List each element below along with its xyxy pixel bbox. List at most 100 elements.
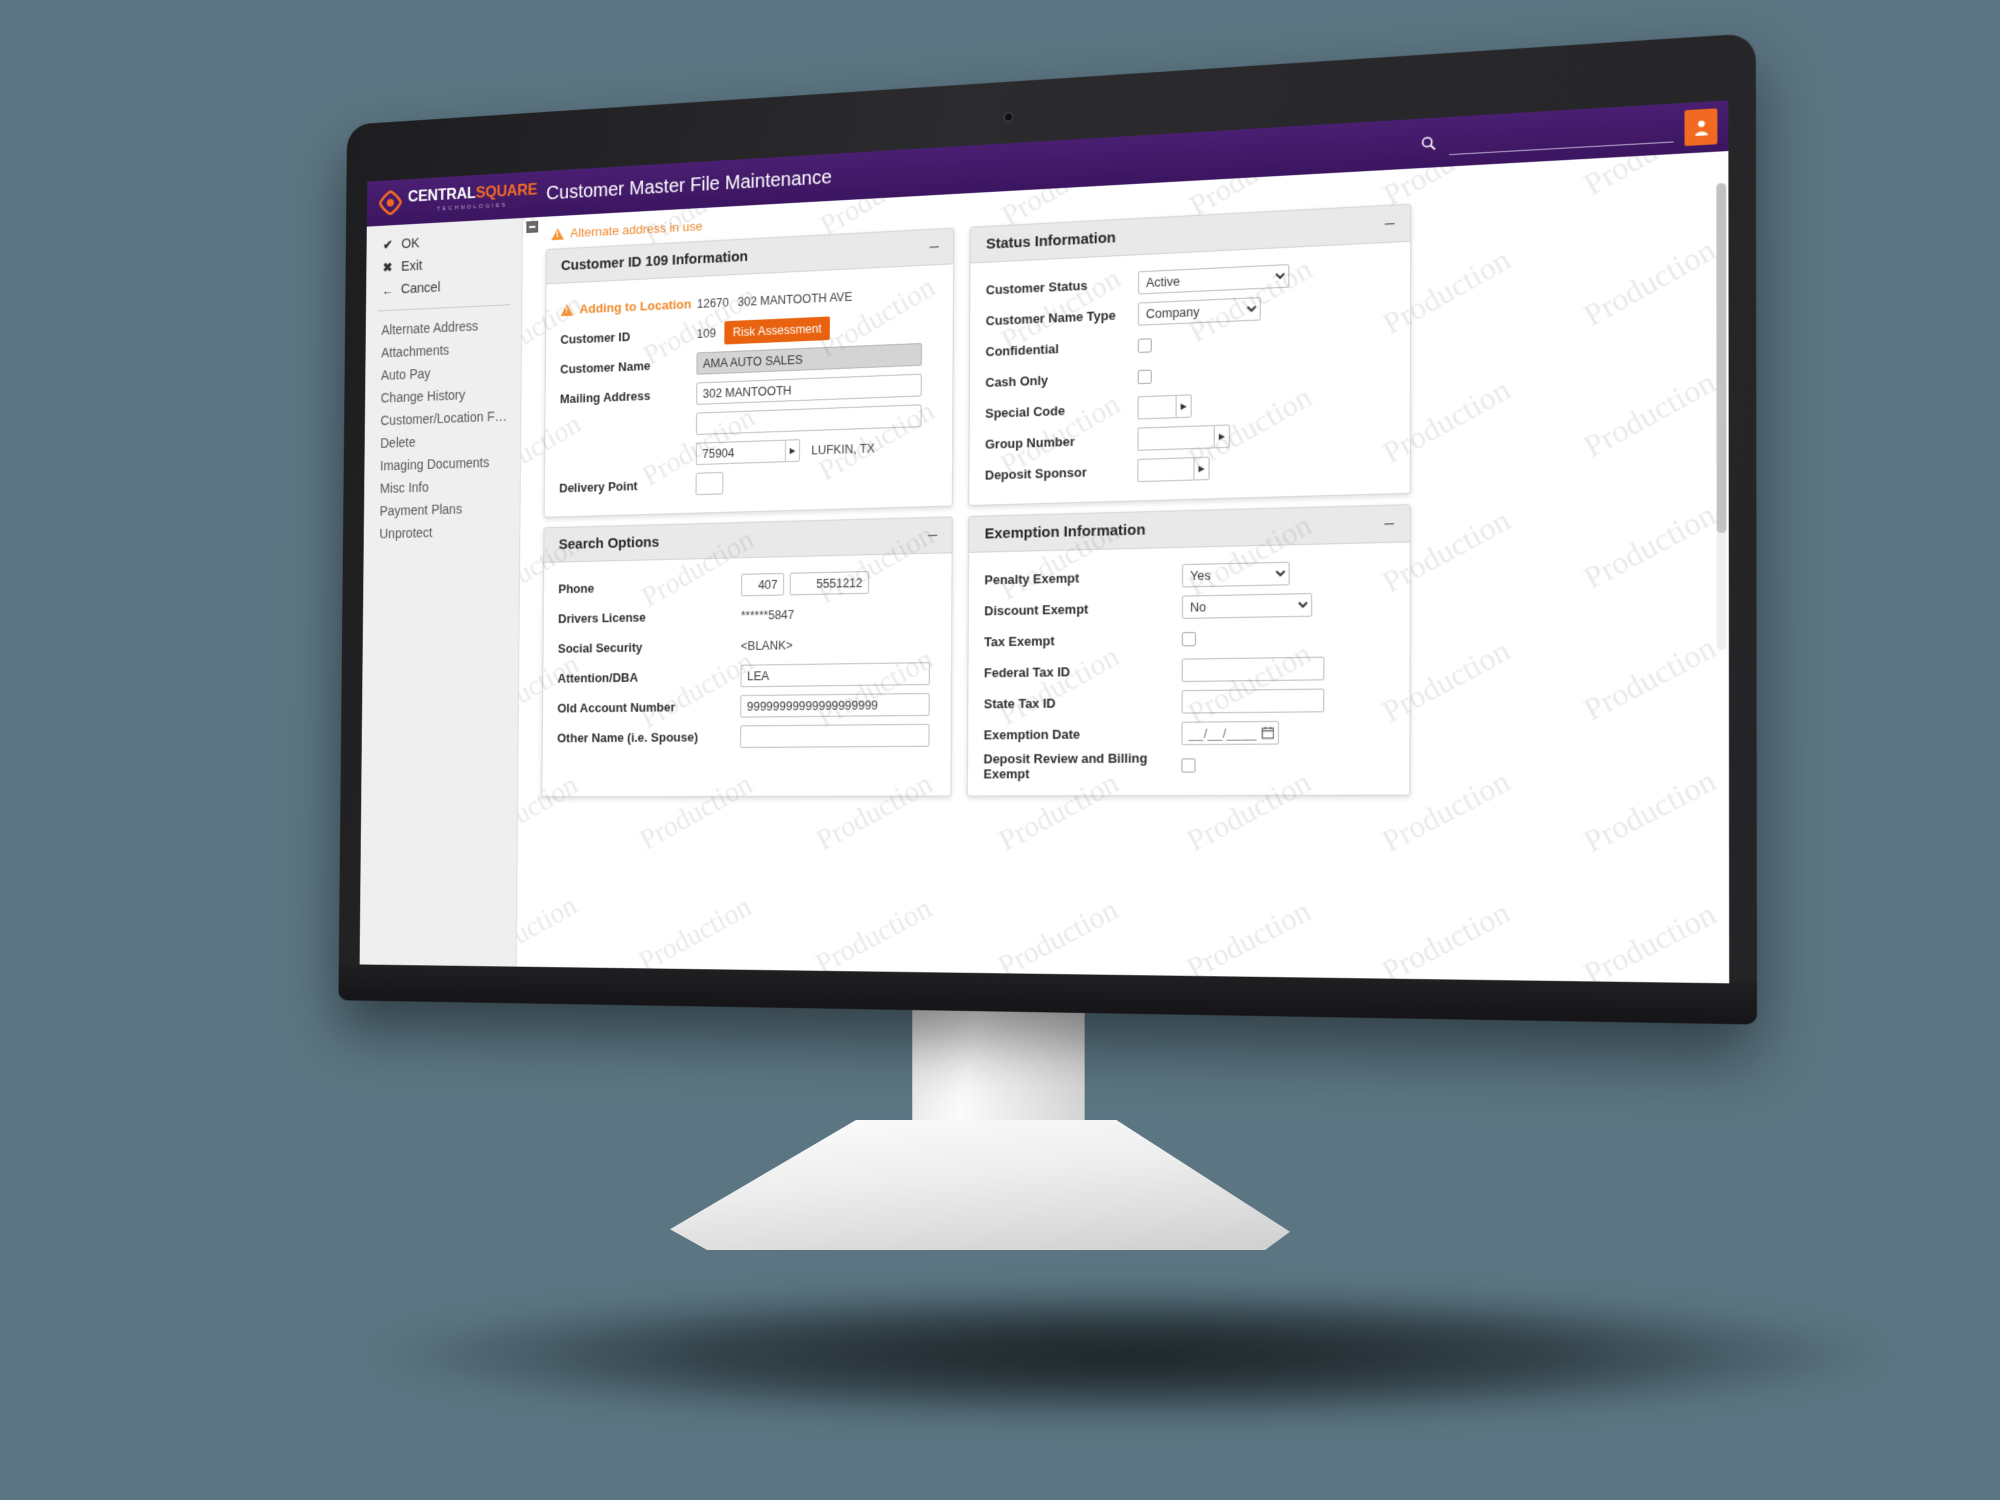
phone-number-input[interactable] bbox=[789, 571, 870, 596]
panel-search-options: Search Options – Phone Driv bbox=[541, 516, 953, 798]
collapse-minus-icon[interactable]: – bbox=[1382, 213, 1398, 233]
special-code-label: Special Code bbox=[985, 403, 1066, 421]
social-security-value: <BLANK> bbox=[740, 637, 793, 653]
sidebar-action-label: Cancel bbox=[400, 280, 441, 298]
panel-body: Adding to Location 12670 302 MANTOOTH AV… bbox=[545, 264, 954, 517]
brand-central-text: CENTRAL bbox=[407, 184, 476, 206]
special-code-lookup: ▶ bbox=[1137, 394, 1192, 420]
special-code-lookup-arrow-icon[interactable]: ▶ bbox=[1175, 394, 1192, 419]
panel-title: Search Options bbox=[558, 533, 660, 553]
other-name-input[interactable] bbox=[740, 723, 930, 748]
exemption-date-value: __/__/____ bbox=[1188, 725, 1258, 741]
panel-body: Phone Drivers License ******5847 Socia bbox=[542, 553, 951, 766]
adding-to-location-label: Adding to Location bbox=[560, 296, 697, 317]
city-state-value: LUFKIN, TX bbox=[811, 441, 875, 457]
watermark-text: Production bbox=[1376, 895, 1516, 984]
row-other-name: Other Name (i.e. Spouse) bbox=[557, 720, 937, 753]
social-security-label: Social Security bbox=[557, 639, 643, 656]
collapse-minus-icon[interactable]: – bbox=[927, 237, 942, 256]
phone-label: Phone bbox=[558, 580, 595, 597]
penalty-exempt-label: Penalty Exempt bbox=[984, 570, 1080, 588]
warning-triangle-icon bbox=[560, 303, 574, 316]
row-deposit-review: Deposit Review and Billing Exempt bbox=[983, 748, 1394, 782]
mailing-address-line1-input[interactable] bbox=[696, 373, 922, 405]
panel-grid: Customer ID 109 Information – Adding to … bbox=[527, 187, 1729, 798]
old-account-number-label: Old Account Number bbox=[557, 699, 676, 716]
search-icon[interactable] bbox=[1418, 132, 1439, 154]
screen-area: CENTRALSQUARE TECHNOLOGIES Customer Mast… bbox=[359, 100, 1730, 984]
panel-customer-information: Customer ID 109 Information – Adding to … bbox=[543, 227, 955, 518]
phone-area-code-input[interactable] bbox=[741, 572, 785, 597]
discount-exempt-select[interactable]: No bbox=[1181, 593, 1313, 619]
watermark-text: Production bbox=[1578, 896, 1722, 984]
row-federal-tax-id: Federal Tax ID bbox=[984, 652, 1395, 689]
alert-message: Alternate address in use bbox=[570, 218, 703, 241]
customer-name-type-label: Customer Name Type bbox=[985, 307, 1116, 329]
risk-assessment-button[interactable]: Risk Assessment bbox=[724, 315, 831, 345]
deposit-sponsor-lookup-arrow-icon[interactable]: ▶ bbox=[1193, 456, 1210, 481]
customer-name-type-select[interactable]: Company bbox=[1137, 297, 1261, 326]
watermark-text: Production bbox=[516, 889, 582, 976]
arrow-left-icon: ← bbox=[381, 282, 394, 298]
row-exemption-date: Exemption Date __/__/____ bbox=[984, 716, 1395, 751]
sidebar-action-label: Exit bbox=[401, 258, 423, 275]
cash-only-checkbox[interactable] bbox=[1137, 369, 1152, 384]
user-avatar[interactable] bbox=[1684, 108, 1718, 147]
panel-collapse-handle[interactable] bbox=[526, 220, 539, 233]
watermark-text: Production bbox=[1181, 893, 1317, 984]
panel-title: Customer ID 109 Information bbox=[560, 248, 749, 275]
app-body: ✔ OK ✖ Exit ← Cancel Alternate Address A… bbox=[359, 151, 1730, 984]
vertical-scrollbar[interactable] bbox=[1716, 182, 1727, 651]
tax-exempt-checkbox[interactable] bbox=[1181, 631, 1196, 646]
group-number-lookup-arrow-icon[interactable]: ▶ bbox=[1213, 424, 1230, 449]
scrollbar-thumb[interactable] bbox=[1716, 182, 1727, 534]
row-state-tax-id: State Tax ID bbox=[984, 684, 1395, 720]
deposit-review-checkbox[interactable] bbox=[1181, 757, 1196, 773]
customer-status-select[interactable]: Active bbox=[1138, 264, 1290, 295]
zip-lookup-arrow-icon[interactable]: ▶ bbox=[784, 439, 801, 463]
warning-triangle-icon bbox=[551, 227, 564, 240]
check-icon: ✔ bbox=[383, 237, 393, 253]
customer-status-label: Customer Status bbox=[985, 277, 1088, 298]
centralsquare-diamond-icon bbox=[379, 190, 402, 216]
deposit-sponsor-input[interactable] bbox=[1137, 457, 1194, 483]
panel-body: Penalty Exempt Yes Discount Exempt No Ta… bbox=[968, 542, 1410, 795]
row-old-account-number: Old Account Number bbox=[557, 689, 937, 723]
penalty-exempt-select[interactable]: Yes bbox=[1182, 561, 1290, 588]
row-attention-dba: Attention/DBA bbox=[557, 658, 937, 693]
brand-wordmark: CENTRALSQUARE TECHNOLOGIES bbox=[407, 181, 538, 214]
confidential-checkbox[interactable] bbox=[1137, 337, 1152, 353]
cross-icon: ✖ bbox=[382, 259, 393, 275]
deposit-sponsor-label: Deposit Sponsor bbox=[984, 464, 1087, 483]
state-tax-id-input[interactable] bbox=[1181, 688, 1325, 714]
exemption-date-field[interactable]: __/__/____ bbox=[1181, 720, 1280, 746]
federal-tax-id-input[interactable] bbox=[1181, 656, 1325, 683]
zip-input[interactable] bbox=[695, 439, 786, 466]
sidebar-item-unprotect[interactable]: Unprotect bbox=[364, 518, 520, 545]
discount-exempt-label: Discount Exempt bbox=[984, 601, 1089, 619]
watermark-text: Production bbox=[810, 891, 937, 981]
deposit-review-label: Deposit Review and Billing Exempt bbox=[983, 749, 1148, 781]
old-account-number-input[interactable] bbox=[740, 692, 930, 718]
attention-dba-label: Attention/DBA bbox=[557, 670, 639, 686]
tax-exempt-label: Tax Exempt bbox=[984, 633, 1055, 650]
customer-name-label: Customer Name bbox=[560, 358, 651, 377]
location-id-value: 12670 bbox=[696, 295, 730, 311]
sidebar-action-label: OK bbox=[401, 235, 420, 252]
group-number-lookup: ▶ bbox=[1137, 424, 1230, 451]
mailing-address-line2-input[interactable] bbox=[695, 404, 922, 435]
search-input[interactable] bbox=[1449, 115, 1674, 156]
calendar-icon[interactable] bbox=[1261, 726, 1274, 739]
collapse-minus-icon[interactable]: – bbox=[925, 525, 940, 544]
sidebar: ✔ OK ✖ Exit ← Cancel Alternate Address A… bbox=[359, 217, 523, 967]
drivers-license-label: Drivers License bbox=[558, 609, 646, 626]
page-title: Customer Master File Maintenance bbox=[546, 166, 832, 204]
panel-exemption-information: Exemption Information – Penalty Exempt Y… bbox=[966, 504, 1411, 797]
delivery-point-input[interactable] bbox=[695, 471, 724, 496]
special-code-input[interactable] bbox=[1137, 394, 1176, 420]
watermark-text: Production bbox=[993, 892, 1124, 984]
collapse-minus-icon[interactable]: – bbox=[1381, 513, 1397, 533]
group-number-input[interactable] bbox=[1137, 425, 1214, 451]
monitor-drop-shadow bbox=[380, 1290, 1880, 1420]
attention-dba-input[interactable] bbox=[740, 662, 930, 688]
